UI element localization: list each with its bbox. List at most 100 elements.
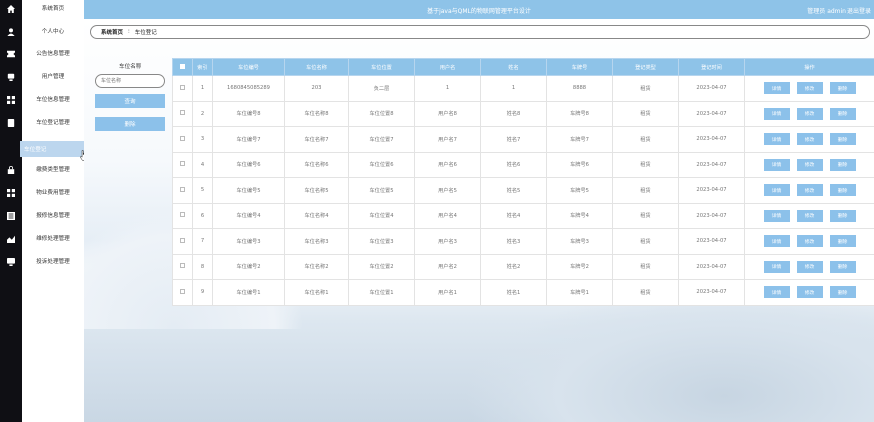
- list-icon[interactable]: [5, 210, 17, 222]
- detail-button[interactable]: 详情: [763, 158, 790, 171]
- row-checkbox[interactable]: [172, 100, 193, 127]
- row-checkbox[interactable]: [172, 177, 193, 204]
- edit-button[interactable]: 修改: [796, 184, 823, 197]
- grid-icon[interactable]: [5, 187, 17, 199]
- cell-realname: 1: [480, 75, 547, 102]
- sidebar-item-users[interactable]: 用户管理: [22, 69, 84, 83]
- delete-button[interactable]: 删除: [829, 82, 856, 95]
- delete-button[interactable]: 删除: [829, 184, 856, 197]
- breadcrumb-home[interactable]: 系统首页: [101, 28, 123, 36]
- edit-button[interactable]: 修改: [796, 286, 823, 299]
- table-row: 4 车位编号6 车位名称6 车位位置6 用户名6 姓名6 车牌号6 租赁 2023-04-07 详…: [172, 151, 874, 178]
- search-input[interactable]: [95, 74, 165, 88]
- table-row: 3 车位编号7 车位名称7 车位位置7 用户名7 姓名7 车牌号7 租赁 2023-04-07 详…: [172, 126, 874, 153]
- lock-icon[interactable]: [5, 164, 17, 176]
- cell-realname: 姓名3: [480, 228, 547, 255]
- home-icon[interactable]: [5, 3, 17, 15]
- monitor-icon[interactable]: [5, 256, 17, 268]
- sidebar-item-parking-info[interactable]: 车位信息管理: [22, 92, 84, 106]
- sidebar-item-profile[interactable]: 个人中心: [22, 24, 84, 38]
- table-row: 9 车位编号1 车位名称1 车位位置1 用户名1 姓名1 车牌号1 租赁 2023-04-07 详…: [172, 279, 874, 306]
- announcement-icon[interactable]: [5, 48, 17, 60]
- column-header: 登记类型: [612, 58, 679, 76]
- edit-button[interactable]: 修改: [796, 260, 823, 273]
- column-header: 车位编号: [212, 58, 285, 76]
- cell-location: 负二层: [348, 75, 415, 102]
- detail-button[interactable]: 详情: [763, 107, 790, 120]
- sidebar-item-payment-types[interactable]: 缴费类型管理: [22, 162, 84, 176]
- edit-button[interactable]: 修改: [796, 209, 823, 222]
- cell-plate: 车牌号1: [546, 279, 613, 306]
- cell-actions: 详情 修改 删除: [744, 177, 874, 204]
- sidebar-item-property-fees[interactable]: 物业费用管理: [22, 185, 84, 199]
- detail-button[interactable]: 详情: [763, 209, 790, 222]
- edit-button[interactable]: 修改: [796, 235, 823, 248]
- chart-icon[interactable]: [5, 233, 17, 245]
- detail-button[interactable]: 详情: [763, 133, 790, 146]
- cell-actions: 详情 修改 删除: [744, 279, 874, 306]
- cell-code: 车位编号2: [212, 253, 285, 280]
- delete-button[interactable]: 删除: [829, 260, 856, 273]
- cell-type: 租赁: [612, 228, 679, 255]
- cell-index: 5: [192, 177, 213, 204]
- cell-name: 车位名称4: [284, 202, 349, 229]
- table-row: 5 车位编号5 车位名称5 车位位置5 用户名5 姓名5 车牌号5 租赁 2023-04-07 详…: [172, 177, 874, 204]
- edit-button[interactable]: 修改: [796, 107, 823, 120]
- row-checkbox[interactable]: [172, 253, 193, 280]
- delete-button[interactable]: 删除: [829, 235, 856, 248]
- detail-button[interactable]: 详情: [763, 260, 790, 273]
- row-checkbox[interactable]: [172, 126, 193, 153]
- cell-index: 4: [192, 151, 213, 178]
- delete-button[interactable]: 删除: [829, 133, 856, 146]
- row-checkbox[interactable]: [172, 228, 193, 255]
- breadcrumb-separator: ⁝: [128, 29, 130, 35]
- sidebar-item-parking-registration[interactable]: 车位登记: [20, 141, 86, 157]
- sidebar-item-parking-registration-mgmt[interactable]: 车位登记管理: [22, 115, 84, 129]
- sidebar-item-repairs[interactable]: 报修信息管理: [22, 208, 84, 222]
- logout-link[interactable]: 退出登录: [847, 6, 871, 15]
- cell-index: 2: [192, 100, 213, 127]
- row-checkbox[interactable]: [172, 279, 193, 306]
- sidebar-item-maintenance[interactable]: 维修处理管理: [22, 231, 84, 245]
- cell-realname: 姓名4: [480, 202, 547, 229]
- breadcrumb: 系统首页 ⁝ 车位登记: [90, 25, 870, 39]
- cell-index: 8: [192, 253, 213, 280]
- grid-icon[interactable]: [5, 94, 17, 106]
- select-all-checkbox[interactable]: [172, 58, 193, 76]
- delete-button[interactable]: 删除: [829, 286, 856, 299]
- edit-button[interactable]: 修改: [796, 133, 823, 146]
- sidebar-item-complaints[interactable]: 投诉处理管理: [22, 254, 84, 268]
- query-button[interactable]: 查询: [95, 94, 165, 108]
- detail-button[interactable]: 详情: [763, 184, 790, 197]
- edit-button[interactable]: 修改: [796, 82, 823, 95]
- cell-time: 2023-04-07: [678, 75, 745, 102]
- cell-username: 用户名4: [414, 202, 481, 229]
- cell-plate: 车牌号3: [546, 228, 613, 255]
- cell-actions: 详情 修改 删除: [744, 253, 874, 280]
- detail-button[interactable]: 详情: [763, 82, 790, 95]
- row-checkbox[interactable]: [172, 151, 193, 178]
- row-checkbox[interactable]: [172, 202, 193, 229]
- delete-button[interactable]: 删除: [829, 158, 856, 171]
- cell-code: 车位编号7: [212, 126, 285, 153]
- cell-type: 租赁: [612, 126, 679, 153]
- table-row: 1 1680845085289 203 负二层 1 1 8888 租赁 2023-04-07 详情…: [172, 75, 874, 102]
- user-icon[interactable]: [5, 26, 17, 38]
- users-icon[interactable]: [5, 71, 17, 83]
- cell-plate: 车牌号2: [546, 253, 613, 280]
- row-checkbox[interactable]: [172, 75, 193, 102]
- sidebar-menu: 系统首页 个人中心 公告信息管理 用户管理 车位信息管理 车位登记管理 车位登记…: [20, 0, 88, 422]
- batch-delete-button[interactable]: 删除: [95, 117, 165, 131]
- delete-button[interactable]: 删除: [829, 107, 856, 120]
- detail-button[interactable]: 详情: [763, 235, 790, 248]
- cell-code: 车位编号1: [212, 279, 285, 306]
- edit-button[interactable]: 修改: [796, 158, 823, 171]
- cell-username: 用户名3: [414, 228, 481, 255]
- cell-location: 车位位置4: [348, 202, 415, 229]
- document-icon[interactable]: [5, 117, 17, 129]
- sidebar-item-announcements[interactable]: 公告信息管理: [22, 46, 84, 60]
- sidebar-item-home[interactable]: 系统首页: [22, 1, 84, 15]
- detail-button[interactable]: 详情: [763, 286, 790, 299]
- cell-time: 2023-04-07: [678, 100, 745, 127]
- delete-button[interactable]: 删除: [829, 209, 856, 222]
